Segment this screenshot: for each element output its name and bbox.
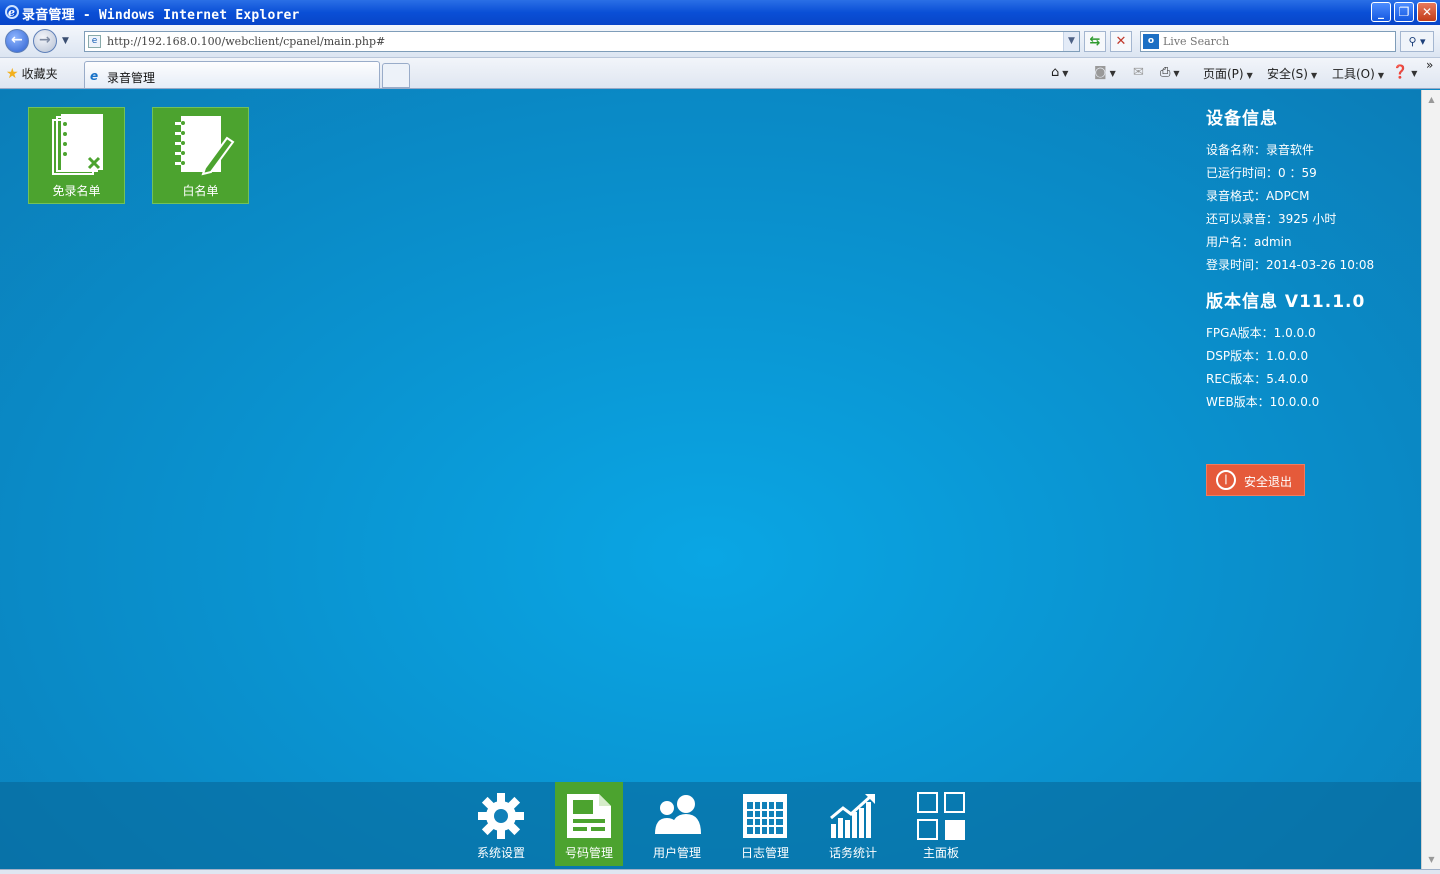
home-button[interactable]: ⌂ ▼ [1051,65,1068,80]
search-field[interactable]: o [1140,31,1396,52]
tab-active[interactable]: e 录音管理 [84,61,380,88]
status-bar [0,869,1440,874]
back-button[interactable]: ← [5,29,29,53]
mail-button[interactable]: ✉ [1133,65,1144,80]
printer-icon: ⎙ [1160,65,1171,80]
mail-icon: ✉ [1133,65,1144,80]
page-menu[interactable]: 页面(P) ▼ [1203,65,1253,82]
address-dropdown-icon[interactable]: ▼ [1063,32,1079,51]
notebook-x-icon [52,114,103,175]
history-dropdown-icon[interactable]: ▼ [62,36,69,46]
fpga-version: FPGA版本：1.0.0.0 [1206,326,1316,340]
notebook-pencil-icon [175,116,235,176]
forward-button[interactable]: → [33,29,57,53]
scroll-down-icon[interactable]: ▼ [1424,852,1439,867]
dock-label: 日志管理 [740,846,789,860]
vertical-scrollbar[interactable]: ▲ ▼ [1421,90,1440,869]
web-version: WEB版本：10.0.0.0 [1206,395,1320,409]
rss-icon: ◙ [1094,65,1107,80]
bottom-dock: 系统设置 号码管理 用户管理 日志管理 话务统计 主面板 [0,782,1421,869]
new-tab-button[interactable] [382,63,410,88]
chevron-more-icon[interactable]: » [1426,58,1433,72]
search-input[interactable] [1163,34,1383,49]
page-menu-label: 页面(P) [1203,67,1244,81]
favorites-button[interactable]: ★ 收藏夹 [6,65,58,82]
tile-whitelist[interactable]: 白名单 [152,107,249,204]
remaining-time: 还可以录音：3925 小时 [1206,212,1337,226]
ie-logo-icon: e [4,4,20,20]
gear-icon [478,793,524,839]
tile-label: 免录名单 [52,184,101,198]
favorites-label: 收藏夹 [21,67,58,81]
dock-label: 系统设置 [476,846,525,860]
forward-arrow-icon: → [39,32,51,48]
safety-menu-label: 安全(S) [1267,67,1308,81]
users-icon [655,795,701,834]
document-icon [567,794,611,838]
calendar-icon [743,794,787,838]
svg-text:e: e [8,6,15,19]
tab-toolbar: ★ 收藏夹 e 录音管理 ⌂ ▼ ◙ ▼ ✉ ⎙ ▼ 页面(P) ▼ 安全(S) ▼ 工具(… [0,58,1440,89]
help-icon: ❓ [1392,65,1409,80]
refresh-button[interactable]: ⇆ [1084,31,1106,52]
search-button[interactable]: ⚲ ▾ [1400,31,1434,52]
feeds-button[interactable]: ◙ ▼ [1094,65,1116,80]
login-time: 登录时间：2014-03-26 10:08 [1206,258,1375,272]
dock-label: 话务统计 [828,846,877,860]
dock-item-log-management[interactable]: 日志管理 [731,782,799,866]
address-toolbar: ← → ▼ e http://192.168.0.100/webclient/c… [0,25,1440,58]
dock-item-user-management[interactable]: 用户管理 [643,782,711,866]
recording-format: 录音格式：ADPCM [1206,189,1310,203]
scroll-up-icon[interactable]: ▲ [1424,92,1439,107]
back-arrow-icon: ← [11,32,23,48]
tools-menu[interactable]: 工具(O) ▼ [1332,65,1384,82]
ie-page-icon: e [90,69,99,83]
tools-menu-label: 工具(O) [1332,67,1375,81]
username: 用户名：admin [1206,235,1292,249]
device-name: 设备名称：录音软件 [1206,143,1315,157]
star-icon: ★ [6,66,19,82]
minimize-button[interactable]: _ [1371,2,1391,22]
dock-item-traffic-statistics[interactable]: 话务统计 [819,782,887,866]
dock-item-number-management[interactable]: 号码管理 [555,782,623,866]
url-text[interactable]: http://192.168.0.100/webclient/cpanel/ma… [107,35,385,48]
dock-item-system-settings[interactable]: 系统设置 [467,782,535,866]
maximize-button[interactable]: ❐ [1394,2,1414,22]
tile-label: 白名单 [182,184,219,198]
dock-label: 用户管理 [652,846,701,860]
grid-icon [917,792,965,840]
home-icon: ⌂ [1051,65,1060,80]
address-field[interactable]: e http://192.168.0.100/webclient/cpanel/… [84,31,1080,52]
rec-version: REC版本：5.4.0.0 [1206,372,1309,386]
logout-button[interactable]: | 安全退出 [1206,464,1305,496]
uptime: 已运行时间：0 ：59 [1206,166,1317,180]
tile-exempt-list[interactable]: 免录名单 [28,107,125,204]
page-icon: e [88,35,101,48]
bar-chart-icon [830,794,875,838]
stop-button[interactable]: ✕ [1110,31,1132,52]
dock-label: 主面板 [922,846,959,860]
device-info-heading: 设备信息 [1206,109,1278,129]
close-button[interactable]: ✕ [1417,2,1437,22]
info-panel: 设备信息 设备名称：录音软件 已运行时间：0 ：59 录音格式：ADPCM 还可… [1206,104,1374,414]
print-button[interactable]: ⎙ ▼ [1160,65,1180,80]
live-search-icon: o [1143,34,1159,49]
logout-label: 安全退出 [1244,475,1293,489]
power-icon: | [1216,470,1236,490]
tab-label: 录音管理 [107,71,156,85]
dock-label: 号码管理 [564,846,613,860]
window-title: 录音管理 - Windows Internet Explorer [22,8,300,23]
dock-item-main-panel[interactable]: 主面板 [907,782,975,866]
version-info-heading: 版本信息 V11.1.0 [1206,292,1366,312]
window-titlebar: e 录音管理 - Windows Internet Explorer _ ❐ ✕ [0,0,1440,25]
main-content: 免录名单 白名单 设备信息 设备名称：录音软件 已运行时间：0 ：59 录音格式… [0,90,1421,869]
help-button[interactable]: ❓ ▼ [1392,65,1417,80]
dsp-version: DSP版本：1.0.0.0 [1206,349,1309,363]
safety-menu[interactable]: 安全(S) ▼ [1267,65,1317,82]
